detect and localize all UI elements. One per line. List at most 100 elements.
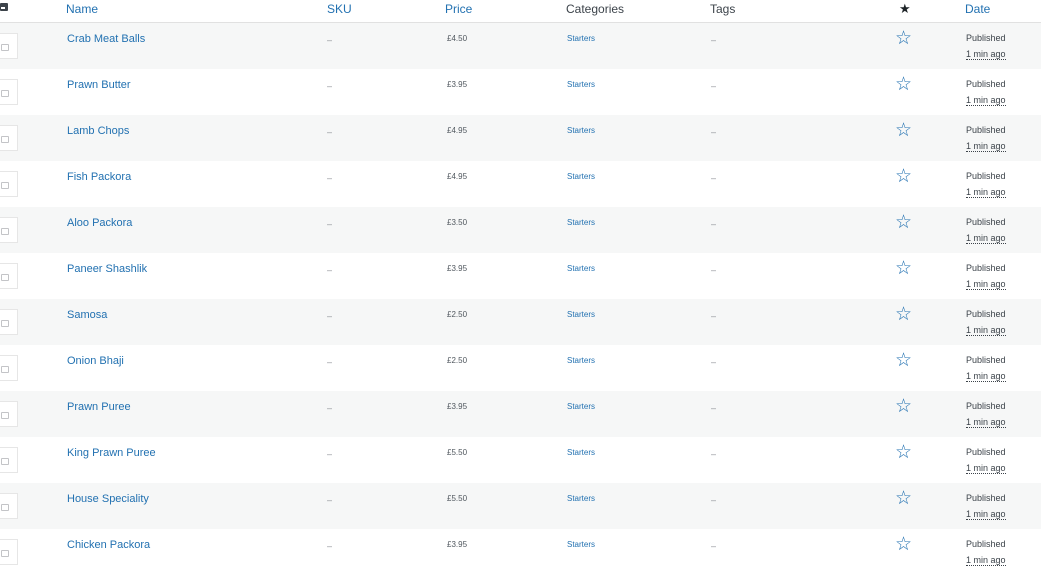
product-name-link[interactable]: Samosa bbox=[67, 309, 107, 321]
product-thumbnail[interactable] bbox=[0, 447, 18, 473]
featured-star-icon[interactable]: ☆ bbox=[895, 259, 912, 279]
date-value: 1 min ago bbox=[966, 49, 1006, 60]
sku-value: – bbox=[327, 219, 333, 229]
date-value: 1 min ago bbox=[966, 509, 1006, 520]
featured-star-icon[interactable]: ★ bbox=[899, 1, 911, 17]
sku-value: – bbox=[327, 311, 333, 321]
name-column-header[interactable]: Name bbox=[66, 2, 98, 16]
featured-star-icon[interactable]: ☆ bbox=[895, 29, 912, 49]
status-text: Published bbox=[966, 171, 1006, 181]
table-row: House Speciality – £5.50 Starters – ☆ Publishe… bbox=[0, 483, 1041, 529]
product-name-link[interactable]: Chicken Packora bbox=[67, 539, 150, 551]
category-link[interactable]: Starters bbox=[567, 80, 595, 89]
featured-star-icon[interactable]: ☆ bbox=[895, 489, 912, 509]
sku-value: – bbox=[327, 495, 333, 505]
category-link[interactable]: Starters bbox=[567, 540, 595, 549]
status-text: Published bbox=[966, 309, 1006, 319]
image-column-icon bbox=[0, 3, 8, 11]
featured-star-icon[interactable]: ☆ bbox=[895, 305, 912, 325]
status-text: Published bbox=[966, 263, 1006, 273]
category-link[interactable]: Starters bbox=[567, 126, 595, 135]
product-thumbnail[interactable] bbox=[0, 79, 18, 105]
tags-value: – bbox=[711, 35, 717, 45]
product-thumbnail[interactable] bbox=[0, 539, 18, 565]
status-text: Published bbox=[966, 355, 1006, 365]
category-link[interactable]: Starters bbox=[567, 310, 595, 319]
date-value: 1 min ago bbox=[966, 463, 1006, 474]
tags-value: – bbox=[711, 495, 717, 505]
featured-star-icon[interactable]: ☆ bbox=[895, 213, 912, 233]
status-text: Published bbox=[966, 401, 1006, 411]
product-name-link[interactable]: Onion Bhaji bbox=[67, 355, 124, 367]
date-column-header[interactable]: Date bbox=[965, 2, 990, 16]
table-row: Fish Packora – £4.95 Starters – ☆ Published 1 m… bbox=[0, 161, 1041, 207]
table-row: Chicken Packora – £3.95 Starters – ☆ Published… bbox=[0, 529, 1041, 575]
table-body: Crab Meat Balls – £4.50 Starters – ☆ Published… bbox=[0, 23, 1041, 575]
category-link[interactable]: Starters bbox=[567, 494, 595, 503]
product-name-link[interactable]: Prawn Butter bbox=[67, 79, 131, 91]
tags-column-header: Tags bbox=[710, 2, 736, 16]
price-value: £4.95 bbox=[447, 126, 468, 135]
table-row: Prawn Butter – £3.95 Starters – ☆ Published 1 m… bbox=[0, 69, 1041, 115]
featured-star-icon[interactable]: ☆ bbox=[895, 535, 912, 555]
tags-value: – bbox=[711, 449, 717, 459]
status-text: Published bbox=[966, 125, 1006, 135]
featured-star-icon[interactable]: ☆ bbox=[895, 121, 912, 141]
product-thumbnail[interactable] bbox=[0, 171, 18, 197]
product-name-link[interactable]: Aloo Packora bbox=[67, 217, 132, 229]
table-row: Prawn Puree – £3.95 Starters – ☆ Published 1 mi… bbox=[0, 391, 1041, 437]
table-header: Name SKU Price Categories Tags ★ Date bbox=[0, 0, 1041, 23]
product-thumbnail[interactable] bbox=[0, 309, 18, 335]
product-name-link[interactable]: House Speciality bbox=[67, 493, 149, 505]
price-value: £2.50 bbox=[447, 310, 468, 319]
product-thumbnail[interactable] bbox=[0, 217, 18, 243]
category-link[interactable]: Starters bbox=[567, 218, 595, 227]
product-name-link[interactable]: Fish Packora bbox=[67, 171, 131, 183]
sku-value: – bbox=[327, 449, 333, 459]
category-link[interactable]: Starters bbox=[567, 448, 595, 457]
date-value: 1 min ago bbox=[966, 371, 1006, 382]
date-value: 1 min ago bbox=[966, 187, 1006, 198]
product-thumbnail[interactable] bbox=[0, 263, 18, 289]
product-name-link[interactable]: Paneer Shashlik bbox=[67, 263, 147, 275]
product-name-link[interactable]: Crab Meat Balls bbox=[67, 33, 145, 45]
table-row: King Prawn Puree – £5.50 Starters – ☆ Publishe… bbox=[0, 437, 1041, 483]
sku-column-header[interactable]: SKU bbox=[327, 2, 352, 16]
featured-star-icon[interactable]: ☆ bbox=[895, 397, 912, 417]
date-value: 1 min ago bbox=[966, 325, 1006, 336]
table-row: Samosa – £2.50 Starters – ☆ Published 1 min ago bbox=[0, 299, 1041, 345]
category-link[interactable]: Starters bbox=[567, 172, 595, 181]
product-thumbnail[interactable] bbox=[0, 401, 18, 427]
price-value: £3.95 bbox=[447, 540, 468, 549]
tags-value: – bbox=[711, 311, 717, 321]
category-link[interactable]: Starters bbox=[567, 34, 595, 43]
tags-value: – bbox=[711, 173, 717, 183]
sku-value: – bbox=[327, 127, 333, 137]
featured-star-icon[interactable]: ☆ bbox=[895, 351, 912, 371]
status-text: Published bbox=[966, 33, 1006, 43]
product-thumbnail[interactable] bbox=[0, 33, 18, 59]
table-row: Paneer Shashlik – £3.95 Starters – ☆ Published… bbox=[0, 253, 1041, 299]
price-value: £3.95 bbox=[447, 402, 468, 411]
date-value: 1 min ago bbox=[966, 417, 1006, 428]
product-thumbnail[interactable] bbox=[0, 355, 18, 381]
product-name-link[interactable]: Prawn Puree bbox=[67, 401, 131, 413]
featured-star-icon[interactable]: ☆ bbox=[895, 167, 912, 187]
product-thumbnail[interactable] bbox=[0, 125, 18, 151]
tags-value: – bbox=[711, 127, 717, 137]
price-value: £5.50 bbox=[447, 494, 468, 503]
category-link[interactable]: Starters bbox=[567, 402, 595, 411]
status-text: Published bbox=[966, 539, 1006, 549]
price-value: £3.50 bbox=[447, 218, 468, 227]
sku-value: – bbox=[327, 403, 333, 413]
product-name-link[interactable]: King Prawn Puree bbox=[67, 447, 156, 459]
product-thumbnail[interactable] bbox=[0, 493, 18, 519]
category-link[interactable]: Starters bbox=[567, 356, 595, 365]
price-column-header[interactable]: Price bbox=[445, 2, 472, 16]
product-name-link[interactable]: Lamb Chops bbox=[67, 125, 129, 137]
tags-value: – bbox=[711, 403, 717, 413]
featured-star-icon[interactable]: ☆ bbox=[895, 443, 912, 463]
featured-star-icon[interactable]: ☆ bbox=[895, 75, 912, 95]
sku-value: – bbox=[327, 265, 333, 275]
category-link[interactable]: Starters bbox=[567, 264, 595, 273]
